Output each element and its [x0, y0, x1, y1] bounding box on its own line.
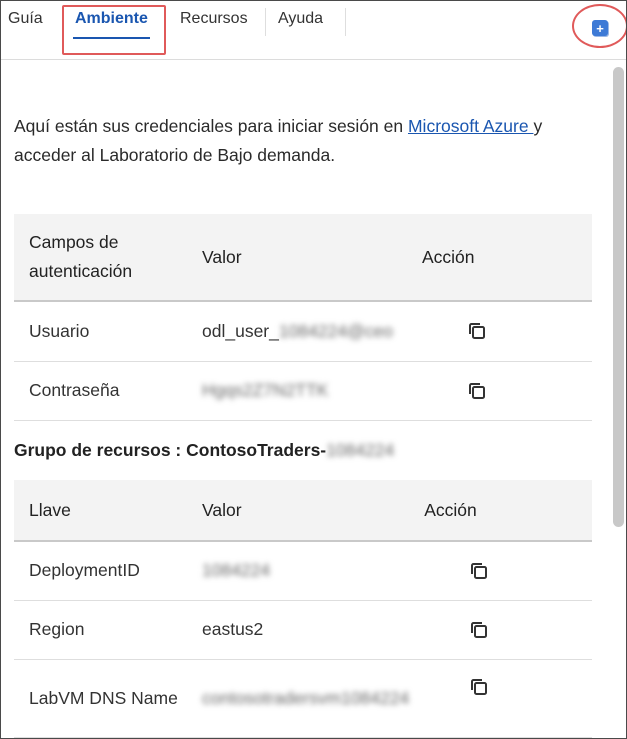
- copy-icon[interactable]: [466, 380, 488, 402]
- copy-icon[interactable]: [468, 619, 490, 641]
- value-text: eastus2: [202, 619, 264, 639]
- tab-ayuda[interactable]: Ayuda: [278, 1, 323, 37]
- tab-divider: [265, 8, 266, 36]
- field-name: LabVM DNS Name: [14, 659, 187, 738]
- table-header-row: Llave Valor Acción: [14, 480, 592, 542]
- lab-panel: Guía Ambiente Recursos Ayuda + Aquí está…: [0, 0, 627, 739]
- field-value: odl_user_1084224@ceo: [187, 301, 407, 362]
- table-header-row: Campos de autenticación Valor Acción: [14, 214, 592, 302]
- column-header: Acción: [409, 480, 592, 542]
- redacted-value: contosotradersvm1084224: [202, 687, 410, 708]
- value-text: odl_user_: [202, 320, 279, 341]
- action-cell: [409, 541, 592, 601]
- redacted-value: Hgqs2Z7N2TTK: [202, 380, 329, 400]
- field-value: Hgqs2Z7N2TTK: [187, 361, 407, 421]
- copy-icon[interactable]: [468, 560, 490, 582]
- column-header: Valor: [187, 480, 410, 542]
- column-header: Llave: [14, 480, 187, 542]
- tab-guia[interactable]: Guía: [8, 1, 43, 37]
- field-name: DeploymentID: [14, 541, 187, 601]
- tab-recursos[interactable]: Recursos: [180, 1, 248, 37]
- column-header: Campos de autenticación: [14, 214, 187, 302]
- auth-table: Campos de autenticación Valor Acción Usu…: [14, 214, 592, 421]
- scrollbar[interactable]: [613, 67, 624, 727]
- action-cell: [409, 659, 592, 738]
- field-value: contosotradersvm1084224: [187, 659, 410, 738]
- field-value: eastus2: [187, 600, 410, 660]
- resource-group-title: Grupo de recursos : ContosoTraders-10842…: [14, 440, 394, 461]
- copy-icon[interactable]: [468, 676, 490, 698]
- credentials-intro: Aquí están sus credenciales para iniciar…: [14, 112, 599, 170]
- field-value: 1084224: [187, 541, 410, 601]
- tab-divider: [345, 8, 346, 36]
- field-name: Contraseña: [14, 361, 187, 421]
- table-row: Contraseña Hgqs2Z7N2TTK: [14, 361, 592, 421]
- copy-icon[interactable]: [466, 320, 488, 342]
- table-row: Region eastus2: [14, 600, 592, 660]
- tab-ambiente[interactable]: Ambiente: [73, 1, 150, 39]
- add-window-button[interactable]: +: [592, 20, 608, 36]
- column-header: Acción: [407, 214, 592, 302]
- table-row: LabVM DNS Name contosotradersvm1084224: [14, 659, 592, 738]
- tab-bar: Guía Ambiente Recursos Ayuda +: [1, 1, 626, 60]
- action-cell: [407, 301, 592, 362]
- table-row: DeploymentID 1084224: [14, 541, 592, 601]
- field-name: Usuario: [14, 301, 187, 362]
- column-header: Valor: [187, 214, 407, 302]
- title-text: Grupo de recursos : ContosoTraders-: [14, 440, 327, 460]
- action-cell: [407, 361, 592, 421]
- tab-divider: [165, 8, 166, 36]
- table-row: Usuario odl_user_1084224@ceo: [14, 301, 592, 362]
- redacted-value: 1084224@ceo: [278, 320, 393, 341]
- intro-text: Aquí están sus credenciales para iniciar…: [14, 116, 408, 136]
- azure-link[interactable]: Microsoft Azure: [408, 116, 533, 136]
- scrollbar-thumb[interactable]: [613, 67, 624, 527]
- action-cell: [409, 600, 592, 660]
- redacted-value: 1084224: [326, 440, 395, 460]
- redacted-value: 1084224: [202, 560, 271, 581]
- resource-table: Llave Valor Acción DeploymentID 1084224 …: [14, 480, 592, 738]
- field-name: Region: [14, 600, 187, 660]
